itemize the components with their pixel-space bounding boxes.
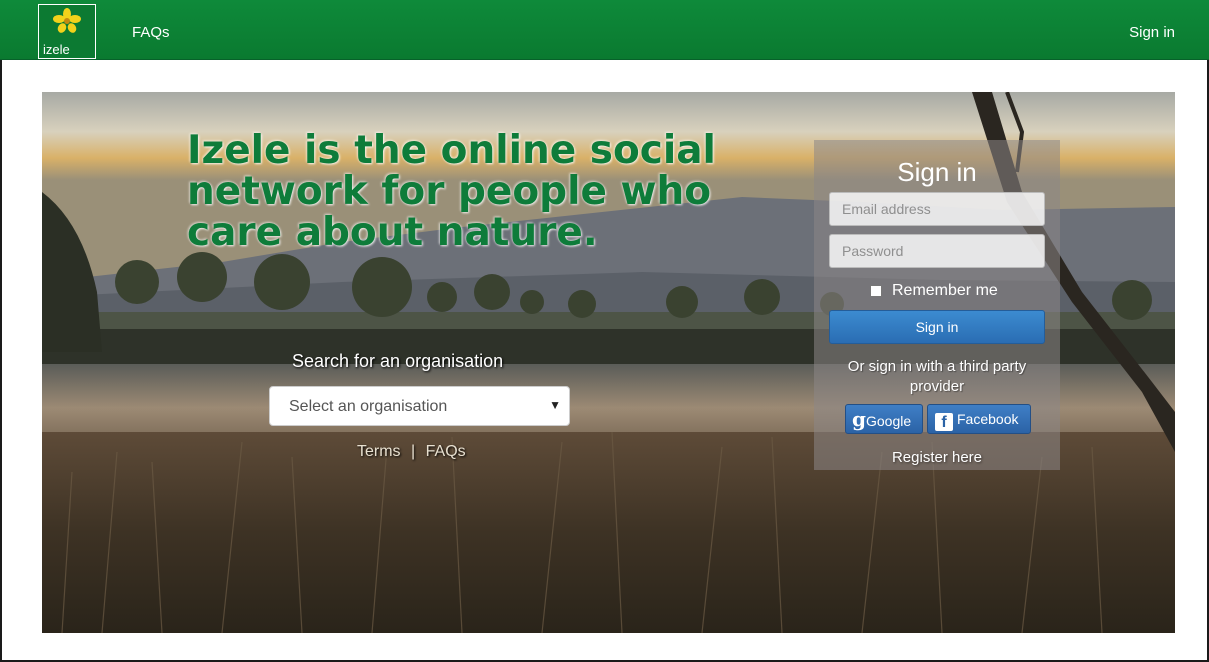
signin-panel: Sign in Remember me Sign in Or sign in w… bbox=[814, 140, 1060, 470]
footer-separator: | bbox=[411, 443, 416, 460]
flower-icon bbox=[53, 8, 81, 33]
footer-links: Terms | FAQs bbox=[357, 443, 466, 461]
search-label: Search for an organisation bbox=[292, 351, 504, 371]
select-placeholder: Select an organisation bbox=[289, 398, 448, 415]
faqs-link[interactable]: FAQs bbox=[426, 443, 466, 460]
nav-signin-link[interactable]: Sign in bbox=[1129, 24, 1175, 41]
register-link[interactable]: Register here bbox=[814, 449, 1060, 466]
facebook-icon: f bbox=[935, 413, 953, 431]
remember-me-label: Remember me bbox=[892, 282, 998, 299]
email-input[interactable] bbox=[830, 193, 1044, 225]
navbar: izele FAQs Sign in bbox=[0, 0, 1209, 60]
facebook-signin-button[interactable]: f Facebook bbox=[927, 404, 1031, 434]
email-field[interactable] bbox=[829, 192, 1045, 226]
google-icon: g bbox=[852, 407, 866, 431]
logo-text: izele bbox=[43, 42, 70, 57]
chevron-down-icon: ▼ bbox=[549, 398, 561, 412]
google-label: Google bbox=[865, 413, 912, 429]
facebook-label: Facebook bbox=[957, 411, 1019, 427]
remember-me-checkbox[interactable] bbox=[870, 285, 882, 297]
organisation-select[interactable]: Select an organisation ▼ bbox=[269, 386, 570, 426]
signin-title: Sign in bbox=[897, 157, 977, 187]
google-signin-button[interactable]: gGoogle bbox=[845, 404, 923, 434]
password-field[interactable] bbox=[829, 234, 1045, 268]
signin-button[interactable]: Sign in bbox=[829, 310, 1045, 344]
third-party-text: Or sign in with a third party provider bbox=[847, 358, 1027, 395]
terms-link[interactable]: Terms bbox=[357, 443, 401, 460]
nav-faqs-link[interactable]: FAQs bbox=[132, 24, 170, 41]
hero-headline: Izele is the online social network for p… bbox=[187, 128, 716, 255]
izele-logo[interactable]: izele bbox=[38, 4, 96, 59]
password-input[interactable] bbox=[830, 235, 1044, 267]
hero-section: Izele is the online social network for p… bbox=[42, 92, 1175, 633]
remember-me[interactable]: Remember me bbox=[870, 282, 998, 300]
